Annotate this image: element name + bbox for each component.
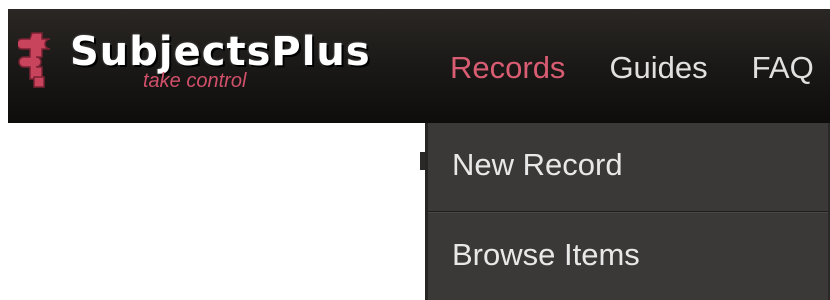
- menu-item-new-record[interactable]: New Record: [428, 123, 828, 211]
- logo[interactable]: SubjectsPlus take control: [18, 29, 370, 109]
- main-nav: Records Guides FAQ: [450, 43, 830, 93]
- puzzle-piece-icon: [18, 32, 51, 88]
- menu-item-browse-items[interactable]: Browse Items: [428, 213, 828, 300]
- records-dropdown-menu: New Record Browse Items: [425, 123, 830, 300]
- brand-name: SubjectsPlus: [70, 29, 371, 75]
- nav-item-records[interactable]: Records: [450, 43, 565, 93]
- nav-item-guides[interactable]: Guides: [609, 43, 707, 93]
- page: SubjectsPlus take control Records Guides F…: [0, 0, 830, 300]
- brand-tagline: take control: [143, 70, 247, 92]
- nav-item-faq[interactable]: FAQ: [752, 43, 814, 93]
- top-navigation-bar: SubjectsPlus take control Records Guides F…: [8, 9, 830, 123]
